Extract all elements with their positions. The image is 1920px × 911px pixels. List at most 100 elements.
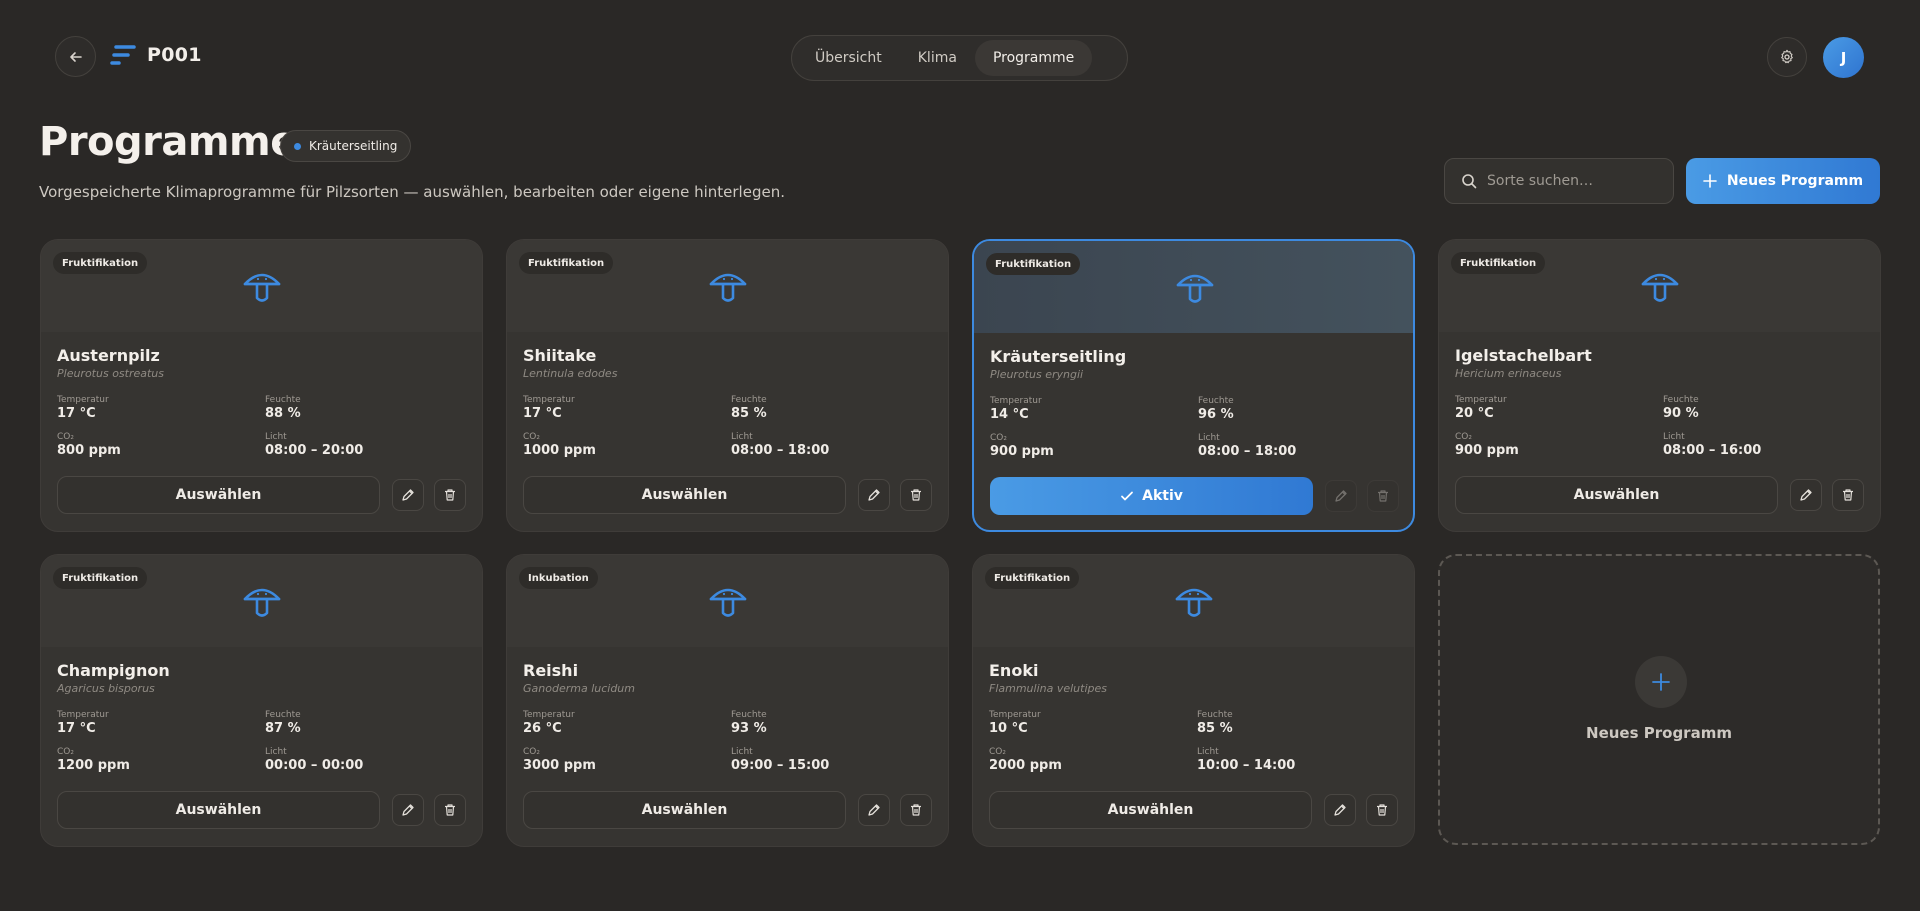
avatar[interactable]: J <box>1823 37 1864 78</box>
mushroom-icon <box>709 273 747 302</box>
tab-overview[interactable]: Übersicht <box>797 40 900 76</box>
check-icon <box>1121 491 1134 501</box>
pencil-icon <box>402 804 414 816</box>
humidity-metric: Feuchte 85 % <box>731 395 931 421</box>
delete-button[interactable] <box>1832 479 1864 511</box>
light-metric: Licht 08:00 – 20:00 <box>265 432 465 458</box>
page-subtitle: Vorgespeicherte Klimaprogramme für Pilzs… <box>39 183 785 201</box>
humidity-metric: Feuchte 90 % <box>1663 395 1863 421</box>
program-card[interactable]: Fruktifikation Shiitake Lentinula edodes Te… <box>506 239 949 532</box>
metric-label: Licht <box>1663 432 1685 442</box>
edit-button[interactable] <box>858 479 890 511</box>
metric-value: 08:00 – 18:00 <box>1198 444 1297 459</box>
delete-button[interactable] <box>1367 480 1399 512</box>
delete-button[interactable] <box>900 794 932 826</box>
select-button[interactable]: Auswählen <box>1455 476 1778 514</box>
trash-icon <box>445 804 455 816</box>
select-button[interactable]: Auswählen <box>57 476 380 514</box>
trash-icon <box>911 804 921 816</box>
settings-button[interactable] <box>1767 37 1807 77</box>
back-button[interactable] <box>55 36 96 77</box>
metric-value: 90 % <box>1663 406 1699 421</box>
program-name: Champignon <box>57 661 170 680</box>
metric-label: Feuchte <box>731 395 767 405</box>
delete-button[interactable] <box>434 479 466 511</box>
program-latin-name: Flammulina velutipes <box>989 682 1108 695</box>
metric-label: Feuchte <box>1197 710 1233 720</box>
metric-value: 10 °C <box>989 721 1028 736</box>
temperature-metric: Temperatur 17 °C <box>57 710 257 736</box>
program-card[interactable]: Fruktifikation Enoki Flammulina velutipes T… <box>972 554 1415 847</box>
add-program-card[interactable]: Neues Programm <box>1438 554 1880 845</box>
metric-value: 93 % <box>731 721 767 736</box>
program-card[interactable]: Fruktifikation Igelstachelbart Hericium er… <box>1438 239 1881 532</box>
metric-label: Licht <box>731 432 753 442</box>
select-button[interactable]: Auswählen <box>523 791 846 829</box>
metric-label: CO₂ <box>990 433 1007 443</box>
pencil-icon <box>868 804 880 816</box>
co2-metric: CO₂ 800 ppm <box>57 432 257 458</box>
trash-icon <box>911 489 921 501</box>
metric-label: CO₂ <box>523 432 540 442</box>
program-card[interactable]: Fruktifikation Champignon Agaricus bisporu… <box>40 554 483 847</box>
metric-value: 20 °C <box>1455 406 1494 421</box>
delete-button[interactable] <box>900 479 932 511</box>
co2-metric: CO₂ 2000 ppm <box>989 747 1189 773</box>
metric-label: Feuchte <box>1663 395 1699 405</box>
add-program-circle[interactable] <box>1635 656 1687 708</box>
top-bar: P001 Übersicht Klima Programme J <box>0 0 1920 116</box>
phase-badge: Fruktifikation <box>985 567 1080 589</box>
edit-button[interactable] <box>392 794 424 826</box>
program-card[interactable]: Fruktifikation Kräuterseitling Pleurotus e… <box>972 239 1415 532</box>
program-latin-name: Lentinula edodes <box>523 367 618 380</box>
mushroom-icon <box>709 588 747 617</box>
metric-value: 800 ppm <box>57 443 121 458</box>
metric-value: 26 °C <box>523 721 562 736</box>
metric-label: Licht <box>1197 747 1219 757</box>
pencil-icon <box>402 489 414 501</box>
tab-climate[interactable]: Klima <box>900 40 975 76</box>
metric-value: 85 % <box>731 406 767 421</box>
select-button[interactable]: Auswählen <box>57 791 380 829</box>
metric-value: 87 % <box>265 721 301 736</box>
plus-icon <box>1703 174 1717 188</box>
card-header: Fruktifikation <box>974 241 1413 333</box>
program-latin-name: Ganoderma lucidum <box>523 682 635 695</box>
edit-button[interactable] <box>1790 479 1822 511</box>
select-button[interactable]: Auswählen <box>523 476 846 514</box>
metric-label: Temperatur <box>990 396 1042 406</box>
program-latin-name: Agaricus bisporus <box>57 682 155 695</box>
logo-icon <box>110 45 136 65</box>
mushroom-icon <box>1176 274 1214 303</box>
new-program-button[interactable]: Neues Programm <box>1686 158 1880 204</box>
edit-button[interactable] <box>1325 480 1357 512</box>
metric-label: Licht <box>731 747 753 757</box>
plus-icon <box>1652 673 1670 691</box>
mushroom-icon <box>1175 588 1213 617</box>
tab-programs[interactable]: Programme <box>974 40 1093 76</box>
program-name: Igelstachelbart <box>1455 346 1592 365</box>
temperature-metric: Temperatur 14 °C <box>990 396 1190 422</box>
pencil-icon <box>1800 489 1812 501</box>
phase-badge: Fruktifikation <box>519 252 614 274</box>
delete-button[interactable] <box>434 794 466 826</box>
delete-button[interactable] <box>1366 794 1398 826</box>
select-button[interactable]: Auswählen <box>989 791 1312 829</box>
light-metric: Licht 08:00 – 18:00 <box>731 432 931 458</box>
edit-button[interactable] <box>858 794 890 826</box>
pencil-icon <box>868 489 880 501</box>
phase-badge: Fruktifikation <box>1451 252 1546 274</box>
active-button[interactable]: Aktiv <box>990 477 1313 515</box>
metric-label: Feuchte <box>265 710 301 720</box>
metric-value: 17 °C <box>57 406 96 421</box>
metric-value: 17 °C <box>523 406 562 421</box>
metric-label: Licht <box>265 432 287 442</box>
program-card[interactable]: Inkubation Reishi Ganoderma lucidum Tempera… <box>506 554 949 847</box>
program-card[interactable]: Fruktifikation Austernpilz Pleurotus ostre… <box>40 239 483 532</box>
edit-button[interactable] <box>392 479 424 511</box>
metric-value: 1000 ppm <box>523 443 596 458</box>
search-input[interactable] <box>1487 173 1667 189</box>
metric-label: Licht <box>265 747 287 757</box>
edit-button[interactable] <box>1324 794 1356 826</box>
temperature-metric: Temperatur 26 °C <box>523 710 723 736</box>
